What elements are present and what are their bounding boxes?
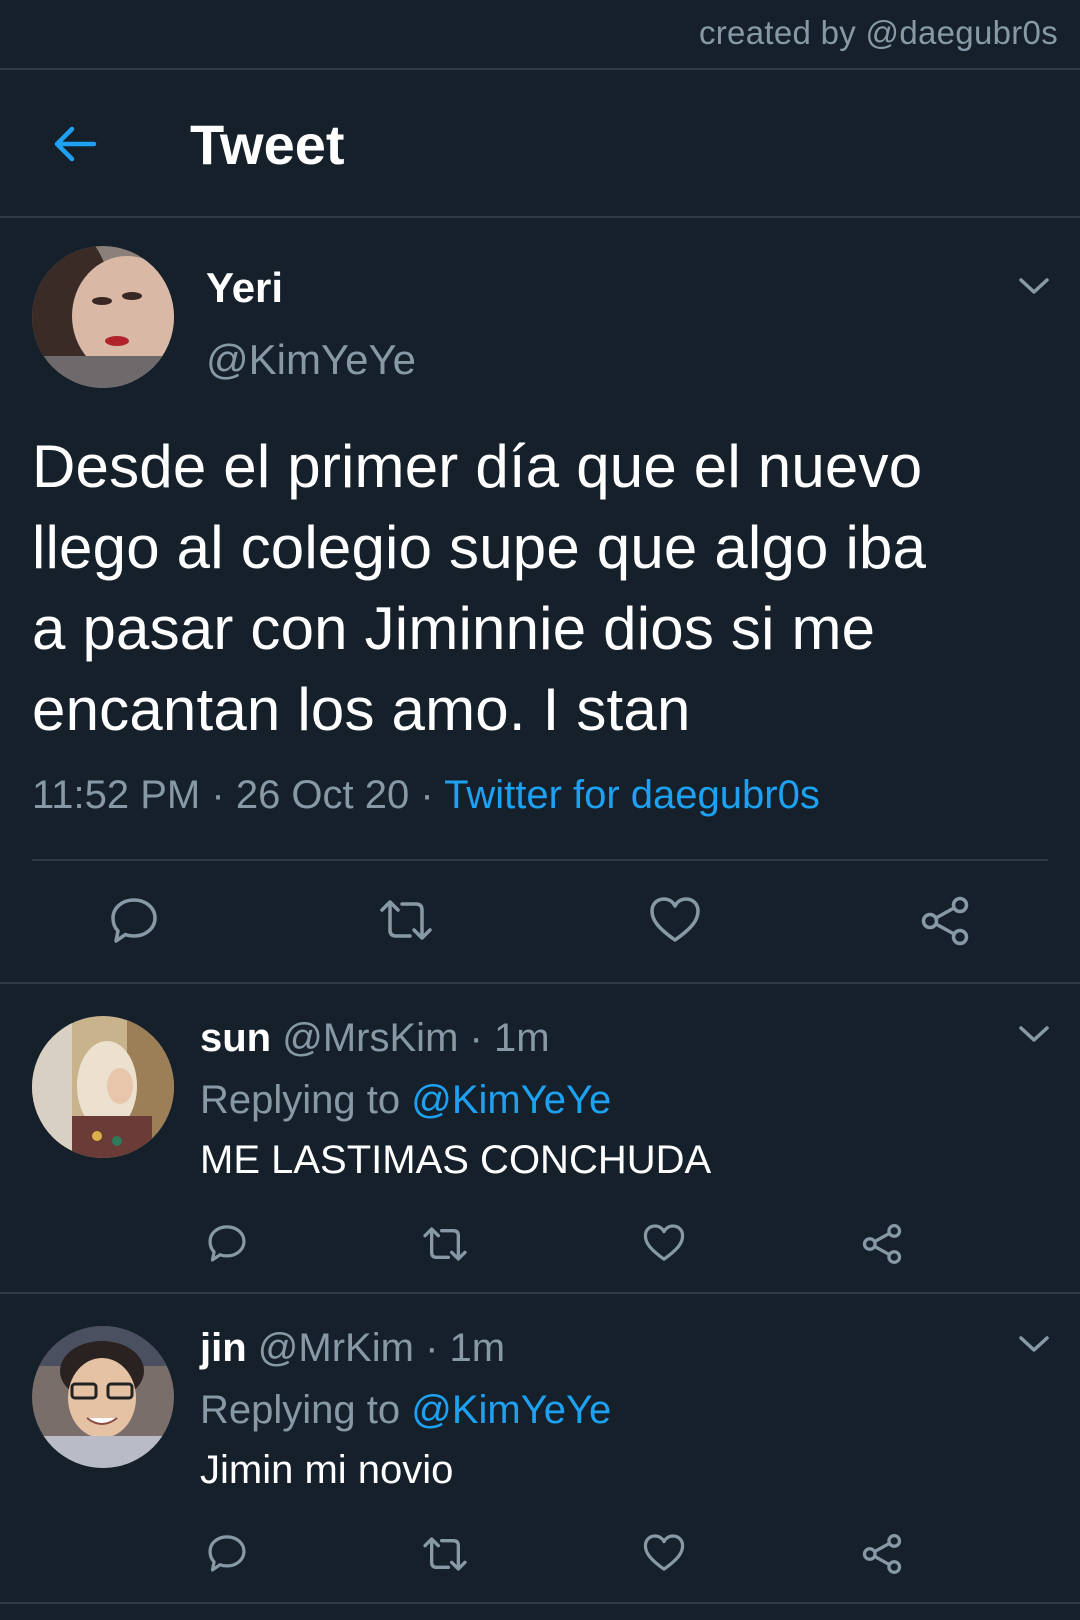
divider — [0, 216, 1080, 218]
arrow-left-icon[interactable] — [48, 118, 100, 170]
chevron-down-icon[interactable] — [1018, 276, 1050, 296]
mention-link[interactable]: @KimYeYe — [411, 1078, 611, 1122]
tweet-text-line: a pasar con Jiminnie dios si me — [32, 595, 876, 662]
divider — [32, 859, 1048, 861]
chevron-down-icon[interactable] — [1018, 1024, 1050, 1044]
reply-icon[interactable] — [206, 1532, 248, 1574]
retweet-icon[interactable] — [420, 1534, 470, 1574]
tweet-text-line: encantan los amo. I stan — [32, 676, 691, 743]
meta-separator: · — [211, 773, 225, 817]
reply-time: 1m — [449, 1326, 506, 1370]
reply-text: ME LASTIMAS CONCHUDA — [200, 1138, 712, 1182]
reply-header: sun @MrsKim · 1m — [200, 1016, 550, 1061]
divider — [0, 1602, 1080, 1604]
meta-separator: · — [425, 1326, 439, 1370]
tweet-text-line: llego al colegio supe que algo iba — [32, 514, 927, 581]
page-title: Tweet — [190, 113, 345, 176]
like-icon[interactable] — [642, 1532, 686, 1574]
divider — [0, 982, 1080, 984]
tweet-date: 26 Oct 20 — [235, 773, 410, 817]
tweet-time: 11:52 PM — [32, 773, 201, 817]
tweet-text-line: Desde el primer día que el nuevo — [32, 433, 923, 500]
share-icon[interactable] — [918, 894, 972, 948]
replying-to: Replying to @KimYeYe — [200, 1388, 611, 1433]
share-icon[interactable] — [860, 1532, 904, 1576]
replying-to: Replying to @KimYeYe — [200, 1078, 611, 1123]
avatar[interactable] — [32, 1326, 174, 1468]
tweet-text: Desde el primer día que el nuevo llego a… — [32, 426, 1042, 750]
avatar[interactable] — [32, 246, 174, 388]
reply-time: 1m — [493, 1016, 550, 1060]
chevron-down-icon[interactable] — [1018, 1334, 1050, 1354]
replying-label: Replying to — [200, 1388, 401, 1432]
reply-icon[interactable] — [206, 1222, 248, 1264]
like-icon[interactable] — [648, 894, 702, 946]
replying-label: Replying to — [200, 1078, 401, 1122]
meta-separator: · — [469, 1016, 483, 1060]
reply-header: jin @MrKim · 1m — [200, 1326, 505, 1371]
reply-author-handle[interactable]: @MrKim — [258, 1326, 414, 1370]
divider — [0, 68, 1080, 70]
reply-text: Jimin mi novio — [200, 1448, 454, 1492]
reply-icon[interactable] — [108, 894, 160, 946]
reply-author-handle[interactable]: @MrsKim — [282, 1016, 458, 1060]
author-name[interactable]: Yeri — [206, 264, 283, 312]
like-icon[interactable] — [642, 1222, 686, 1264]
tweet-source-link[interactable]: Twitter for daegubr0s — [444, 773, 820, 817]
author-handle[interactable]: @KimYeYe — [206, 336, 416, 384]
reply-author-name[interactable]: jin — [200, 1326, 247, 1370]
avatar[interactable] — [32, 1016, 174, 1158]
share-icon[interactable] — [860, 1222, 904, 1266]
retweet-icon[interactable] — [420, 1224, 470, 1264]
retweet-icon[interactable] — [376, 896, 436, 944]
divider — [0, 1292, 1080, 1294]
mention-link[interactable]: @KimYeYe — [411, 1388, 611, 1432]
meta-separator: · — [420, 773, 434, 817]
reply-author-name[interactable]: sun — [200, 1016, 271, 1060]
credit-watermark: created by @daegubr0s — [698, 14, 1058, 51]
tweet-meta: 11:52 PM · 26 Oct 20 · Twitter for daegu… — [32, 773, 820, 818]
